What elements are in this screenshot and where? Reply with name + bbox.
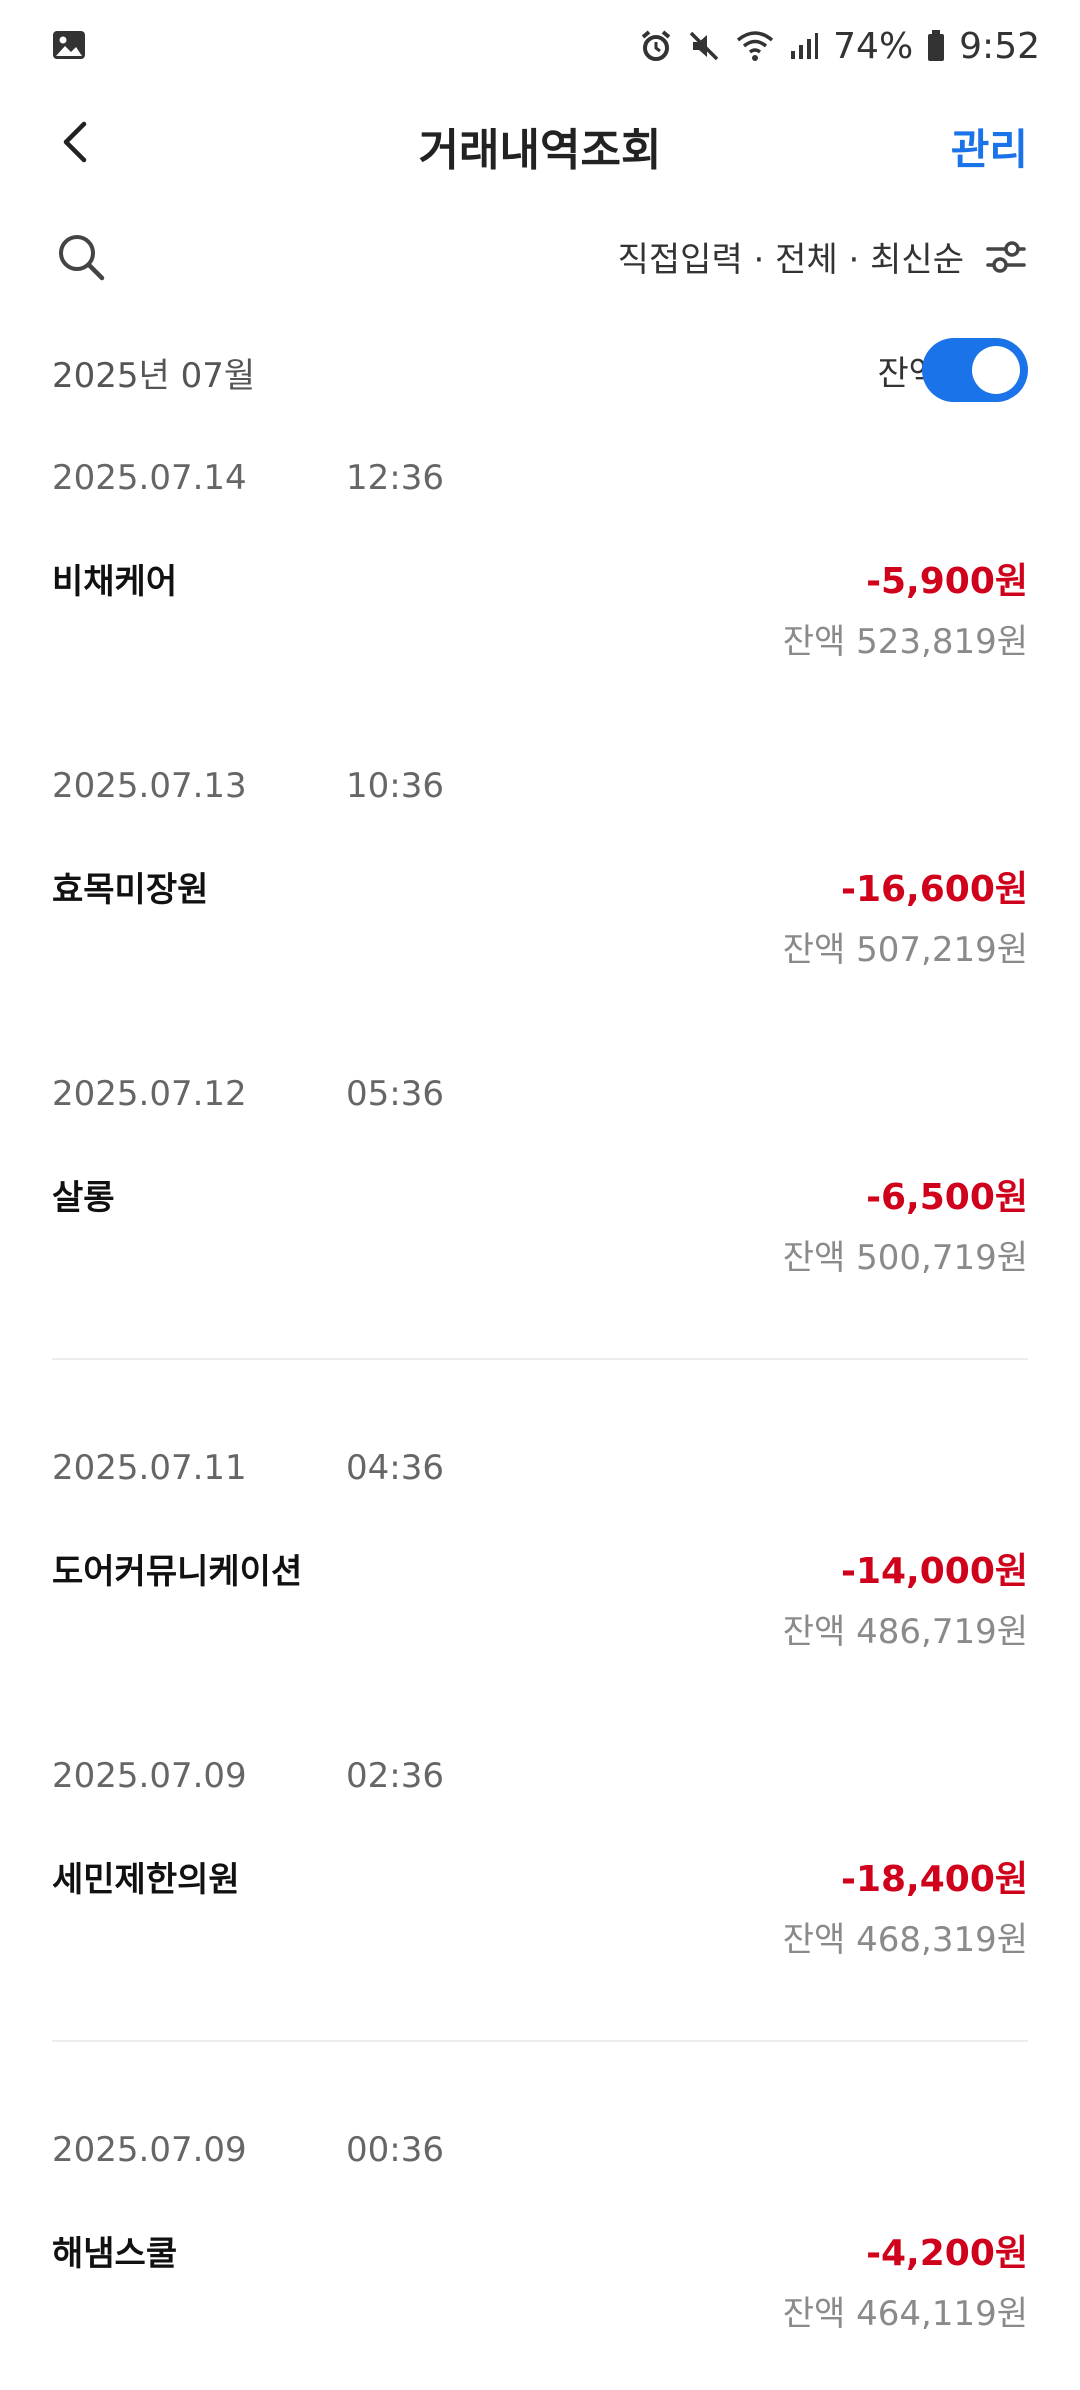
transaction-amount: -6,500원 bbox=[866, 1177, 1028, 1218]
transaction-amount: -5,900원 bbox=[866, 561, 1028, 602]
search-button[interactable] bbox=[52, 228, 112, 288]
app-header: 거래내역조회 관리 bbox=[0, 92, 1080, 192]
transaction-merchant: 세민제한의원 bbox=[52, 1860, 240, 1900]
battery-icon bbox=[927, 30, 945, 62]
transaction-time: 05:36 bbox=[346, 1074, 444, 1114]
transaction-amount: -4,200원 bbox=[866, 2233, 1028, 2274]
transaction-item[interactable]: 2025.07.09 02:36 세민제한의원 -18,400원 잔액 468,… bbox=[52, 1756, 1028, 2016]
manage-button[interactable]: 관리 bbox=[951, 116, 1028, 177]
transaction-date: 2025.07.09 bbox=[52, 2130, 247, 2170]
transaction-balance: 잔액 500,719원 bbox=[782, 1238, 1028, 1278]
divider bbox=[52, 2040, 1028, 2042]
transaction-amount: -14,000원 bbox=[841, 1551, 1028, 1592]
signal-icon bbox=[789, 31, 819, 61]
transaction-time: 04:36 bbox=[346, 1448, 444, 1488]
wifi-icon bbox=[735, 29, 775, 63]
toggle-knob bbox=[972, 346, 1020, 394]
transaction-time: 02:36 bbox=[346, 1756, 444, 1796]
search-icon bbox=[59, 235, 105, 281]
battery-percent: 74% bbox=[833, 25, 914, 67]
filter-button[interactable]: 직접입력 · 전체 · 최신순 bbox=[618, 232, 1028, 281]
transaction-item[interactable]: 2025.07.14 12:36 비채케어 -5,900원 잔액 523,819… bbox=[52, 458, 1028, 718]
filter-summary: 직접입력 · 전체 · 최신순 bbox=[617, 240, 964, 280]
transaction-date: 2025.07.09 bbox=[52, 1756, 247, 1796]
gallery-notification-icon bbox=[52, 30, 86, 60]
transaction-balance: 잔액 507,219원 bbox=[782, 930, 1028, 970]
transaction-item[interactable]: 2025.07.13 10:36 효목미장원 -16,600원 잔액 507,2… bbox=[52, 766, 1028, 1026]
transaction-time: 00:36 bbox=[346, 2130, 444, 2170]
transaction-date: 2025.07.14 bbox=[52, 458, 247, 498]
transaction-balance: 잔액 523,819원 bbox=[782, 622, 1028, 662]
transaction-item[interactable]: 2025.07.11 04:36 도어커뮤니케이션 -14,000원 잔액 48… bbox=[52, 1448, 1028, 1708]
month-row: 2025년 07월 잔액 bbox=[0, 330, 1080, 406]
transaction-balance: 잔액 464,119원 bbox=[782, 2294, 1028, 2334]
transaction-time: 12:36 bbox=[346, 458, 444, 498]
transaction-merchant: 효목미장원 bbox=[52, 870, 209, 910]
sliders-icon bbox=[986, 240, 1026, 273]
balance-toggle[interactable] bbox=[922, 338, 1028, 402]
transaction-date: 2025.07.12 bbox=[52, 1074, 247, 1114]
transaction-item[interactable]: 2025.07.09 00:36 해냄스쿨 -4,200원 잔액 464,119… bbox=[52, 2130, 1028, 2390]
toolbar: 직접입력 · 전체 · 최신순 bbox=[0, 220, 1080, 300]
transaction-date: 2025.07.13 bbox=[52, 766, 247, 806]
transaction-item[interactable]: 2025.07.12 05:36 살롱 -6,500원 잔액 500,719원 bbox=[52, 1074, 1028, 1334]
transaction-merchant: 살롱 bbox=[52, 1178, 115, 1218]
divider bbox=[52, 1358, 1028, 1360]
transaction-merchant: 비채케어 bbox=[52, 562, 178, 602]
status-bar: 74% 9:52 bbox=[0, 0, 1080, 92]
transaction-merchant: 도어커뮤니케이션 bbox=[52, 1552, 303, 1592]
page-title: 거래내역조회 bbox=[418, 125, 662, 176]
transaction-time: 10:36 bbox=[346, 766, 444, 806]
clock: 9:52 bbox=[959, 25, 1040, 67]
transaction-balance: 잔액 486,719원 bbox=[782, 1612, 1028, 1652]
status-icons: 74% 9:52 bbox=[639, 20, 1040, 72]
transaction-amount: -18,400원 bbox=[841, 1859, 1028, 1900]
month-label[interactable]: 2025년 07월 bbox=[52, 348, 255, 397]
transaction-date: 2025.07.11 bbox=[52, 1448, 247, 1488]
transaction-balance: 잔액 468,319원 bbox=[782, 1920, 1028, 1960]
transaction-merchant: 해냄스쿨 bbox=[52, 2234, 178, 2274]
transaction-amount: -16,600원 bbox=[841, 869, 1028, 910]
alarm-icon bbox=[639, 29, 673, 63]
mute-icon bbox=[687, 29, 721, 63]
